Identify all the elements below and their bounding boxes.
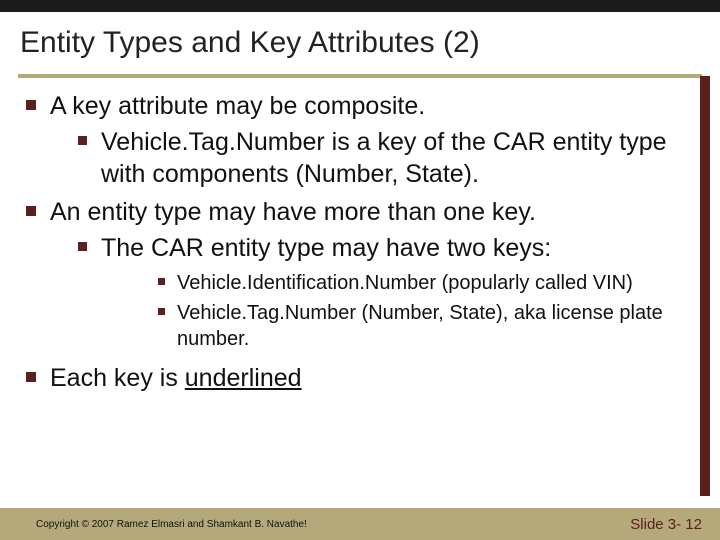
bullet-list: The CAR entity type may have two keys: <box>78 232 700 264</box>
slide-title: Entity Types and Key Attributes (2) <box>20 26 700 60</box>
content-area: A key attribute may be composite. Vehicl… <box>26 90 710 394</box>
bullet-list: An entity type may have more than one ke… <box>26 196 700 228</box>
bullet-text: Vehicle.Tag.Number (Number, State), aka … <box>177 300 700 352</box>
bullet-list: Vehicle.Tag.Number is a key of the CAR e… <box>78 126 700 190</box>
bullet-text-underlined: underlined <box>185 364 302 392</box>
list-item: The CAR entity type may have two keys: <box>78 232 700 264</box>
square-bullet-icon <box>26 100 36 110</box>
slide-number: Slide 3- 12 <box>630 516 702 533</box>
copyright-text: Copyright © 2007 Ramez Elmasri and Shamk… <box>36 519 307 530</box>
list-item: Vehicle.Tag.Number is a key of the CAR e… <box>78 126 700 190</box>
list-item: A key attribute may be composite. <box>26 90 700 122</box>
bullet-list: Vehicle.Identification.Number (popularly… <box>158 270 700 352</box>
bullet-list: Each key is underlined <box>26 362 700 394</box>
list-item: Vehicle.Tag.Number (Number, State), aka … <box>158 300 700 352</box>
square-bullet-icon <box>78 242 87 251</box>
bullet-text: The CAR entity type may have two keys: <box>101 232 551 264</box>
title-underline <box>18 74 702 78</box>
bullet-text: An entity type may have more than one ke… <box>50 196 536 228</box>
bullet-text: Each key is underlined <box>50 362 302 394</box>
top-bar <box>0 0 720 12</box>
bullet-text: Vehicle.Identification.Number (popularly… <box>177 270 633 296</box>
square-bullet-icon <box>158 278 165 285</box>
square-bullet-icon <box>78 136 87 145</box>
list-item: An entity type may have more than one ke… <box>26 196 700 228</box>
footer-bar: Copyright © 2007 Ramez Elmasri and Shamk… <box>0 508 720 540</box>
bullet-list: A key attribute may be composite. <box>26 90 700 122</box>
bullet-text: Vehicle.Tag.Number is a key of the CAR e… <box>101 126 700 190</box>
bullet-text-pre: Each key is <box>50 364 185 392</box>
list-item: Vehicle.Identification.Number (popularly… <box>158 270 700 296</box>
square-bullet-icon <box>158 308 165 315</box>
list-item: Each key is underlined <box>26 362 700 394</box>
title-block: Entity Types and Key Attributes (2) <box>0 12 720 68</box>
square-bullet-icon <box>26 372 36 382</box>
accent-rail <box>700 76 710 496</box>
square-bullet-icon <box>26 206 36 216</box>
bullet-text: A key attribute may be composite. <box>50 90 425 122</box>
